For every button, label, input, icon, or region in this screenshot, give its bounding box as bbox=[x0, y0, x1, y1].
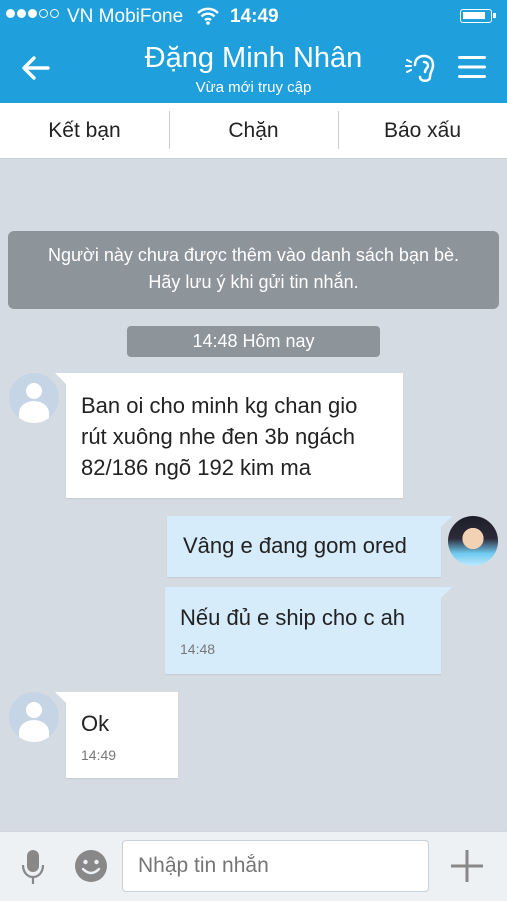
status-bar: VN MobiFone 14:49 bbox=[0, 0, 507, 34]
message-time: 14:49 bbox=[81, 747, 117, 763]
sound-ear-icon[interactable] bbox=[404, 51, 440, 87]
add-friend-button[interactable]: Kết bạn bbox=[0, 103, 169, 158]
message-input[interactable] bbox=[122, 840, 429, 892]
message-text: Ban oi cho minh kg chan gio rút xuông nh… bbox=[81, 393, 358, 480]
status-clock: 14:49 bbox=[230, 6, 279, 27]
contact-action-bar: Kết bạn Chặn Báo xấu bbox=[0, 103, 507, 159]
message-bubble-outgoing[interactable]: Nếu đủ e ship cho c ah 14:48 bbox=[165, 587, 452, 674]
message-bubble-incoming[interactable]: Ok 14:49 bbox=[55, 692, 178, 778]
message-bubble-outgoing[interactable]: Vâng e đang gom ored bbox=[167, 516, 452, 577]
wifi-icon bbox=[197, 7, 219, 25]
plus-icon[interactable] bbox=[449, 848, 485, 884]
microphone-icon[interactable] bbox=[20, 848, 46, 886]
message-composer bbox=[0, 831, 507, 901]
message-text: Ok bbox=[81, 711, 110, 736]
block-button[interactable]: Chặn bbox=[169, 103, 338, 158]
message-bubble-incoming[interactable]: Ban oi cho minh kg chan gio rút xuông nh… bbox=[55, 373, 403, 498]
report-button[interactable]: Báo xấu bbox=[338, 103, 507, 158]
not-friend-notice: Người này chưa được thêm vào danh sách b… bbox=[8, 231, 499, 309]
date-separator: 14:48 Hôm nay bbox=[127, 326, 380, 357]
chat-header: Đặng Minh Nhân Vừa mới truy cập bbox=[0, 34, 507, 103]
emoji-icon[interactable] bbox=[74, 849, 108, 883]
message-time: 14:48 bbox=[180, 641, 216, 657]
carrier-name: VN MobiFone bbox=[67, 6, 184, 27]
message-text: Vâng e đang gom ored bbox=[183, 533, 407, 558]
hamburger-menu-icon[interactable] bbox=[456, 52, 488, 82]
user-avatar[interactable] bbox=[448, 516, 498, 566]
battery-icon bbox=[460, 9, 496, 23]
contact-avatar[interactable] bbox=[9, 692, 59, 742]
message-text: Nếu đủ e ship cho c ah bbox=[180, 605, 406, 630]
signal-dots-icon bbox=[6, 9, 59, 18]
contact-avatar[interactable] bbox=[9, 373, 59, 423]
